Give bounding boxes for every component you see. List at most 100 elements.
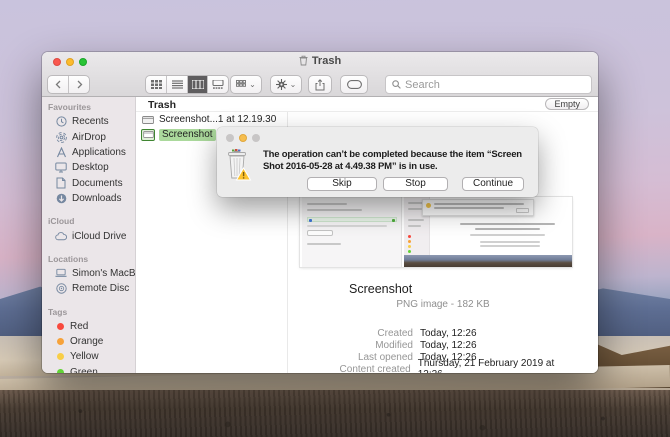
continue-button[interactable]: Continue xyxy=(462,177,524,191)
metadata-label: Last opened xyxy=(235,352,420,363)
metadata-label: Content created xyxy=(235,364,418,374)
back-icon xyxy=(55,80,62,89)
sidebar-item-label: Orange xyxy=(70,336,103,347)
preview-thumbnail xyxy=(300,197,572,267)
column-view-button[interactable] xyxy=(187,76,208,93)
metadata-label: Created xyxy=(235,328,420,339)
metadata-value: Thursday, 21 February 2019 at 12:26 xyxy=(418,358,580,373)
finder-window: Trash xyxy=(42,52,598,373)
icloud-icon xyxy=(55,230,67,242)
metadata-row-modified: Modified Today, 12:26 xyxy=(235,339,580,351)
sidebar-item-macbook[interactable]: Simon's MacB... xyxy=(42,266,135,281)
search-icon xyxy=(392,80,401,89)
skip-button[interactable]: Skip xyxy=(307,177,377,191)
metadata-row-content-created: Content created Thursday, 21 February 20… xyxy=(235,363,580,373)
thumb-ok-button xyxy=(516,208,529,213)
disc-icon xyxy=(55,283,67,295)
gear-icon xyxy=(276,79,287,90)
group-icon xyxy=(236,80,246,89)
dialog-close-button xyxy=(226,134,234,142)
sidebar-item-label: Documents xyxy=(72,178,123,189)
sidebar-item-tag-red[interactable]: Red xyxy=(42,319,135,334)
metadata-row-created: Created Today, 12:26 xyxy=(235,327,580,339)
sidebar-item-label: Green xyxy=(70,367,98,373)
list-view-button[interactable] xyxy=(166,76,187,93)
gallery-view-icon xyxy=(212,80,224,89)
screenshot-file-icon xyxy=(141,115,155,125)
sidebar-item-downloads[interactable]: Downloads xyxy=(42,191,135,206)
trash-warning-icon xyxy=(224,148,252,187)
forward-button[interactable] xyxy=(68,76,89,93)
back-button[interactable] xyxy=(48,76,68,93)
window-title-text: Trash xyxy=(312,55,341,67)
sidebar-item-tag-orange[interactable]: Orange xyxy=(42,334,135,349)
wallpaper-shrubs xyxy=(0,400,670,437)
thumb-app-row xyxy=(307,217,397,222)
green-tag-icon xyxy=(57,369,64,373)
sidebar-item-label: AirDrop xyxy=(72,132,106,143)
icon-view-button[interactable] xyxy=(146,76,166,93)
thumb-info-panel xyxy=(302,197,402,267)
sidebar-section-favourites: Favourites xyxy=(42,100,135,114)
sidebar-item-applications[interactable]: Applications xyxy=(42,145,135,160)
thumb-warning-icon xyxy=(426,203,431,208)
search-input[interactable] xyxy=(405,79,585,91)
sidebar-item-label: Yellow xyxy=(70,351,99,362)
airdrop-icon xyxy=(55,131,67,143)
sidebar-item-documents[interactable]: Documents xyxy=(42,176,135,191)
group-dropdown[interactable]: ⌄ xyxy=(230,75,262,94)
view-switcher xyxy=(145,75,229,94)
sidebar-section-icloud: iCloud xyxy=(42,214,135,228)
nav-buttons xyxy=(47,75,90,94)
desktop-icon xyxy=(55,162,67,174)
preview-filename: Screenshot xyxy=(349,282,412,296)
gallery-view-button[interactable] xyxy=(207,76,228,93)
sidebar: Favourites Recents AirDrop Applications … xyxy=(42,97,136,373)
action-dropdown[interactable]: ⌄ xyxy=(270,75,302,94)
window-title: Trash xyxy=(42,55,598,67)
trash-proxy-icon xyxy=(299,55,308,66)
stop-button[interactable]: Stop xyxy=(383,177,448,191)
sidebar-item-desktop[interactable]: Desktop xyxy=(42,160,135,175)
window-chrome: Trash xyxy=(42,52,598,97)
share-icon xyxy=(315,79,325,91)
applications-icon xyxy=(55,146,67,158)
sidebar-item-icloud-drive[interactable]: iCloud Drive xyxy=(42,228,135,243)
tag-icon xyxy=(347,80,362,89)
dialog-minimize-button[interactable] xyxy=(239,134,247,142)
content-header: Trash Empty xyxy=(136,97,598,112)
sidebar-item-label: Downloads xyxy=(72,193,121,204)
sidebar-item-label: Simon's MacB... xyxy=(72,268,144,279)
file-row[interactable]: Screenshot...1 at 12.19.30 xyxy=(136,112,287,127)
preview-kind-size: PNG image - 182 KB xyxy=(300,299,586,310)
sidebar-item-remote-disc[interactable]: Remote Disc xyxy=(42,281,135,296)
search-field[interactable] xyxy=(385,75,592,94)
sidebar-item-label: iCloud Drive xyxy=(72,231,126,242)
preview-metadata: Created Today, 12:26 Modified Today, 12:… xyxy=(235,327,580,373)
content-title: Trash xyxy=(148,99,176,111)
dialog-message: The operation can’t be completed because… xyxy=(263,149,543,173)
orange-tag-icon xyxy=(57,338,64,345)
thumb-wallpaper-strip xyxy=(404,255,572,267)
sidebar-section-tags: Tags xyxy=(42,305,135,319)
column-view-icon xyxy=(192,80,204,89)
dialog-window-controls xyxy=(226,134,260,142)
sidebar-item-label: Applications xyxy=(72,147,126,158)
recents-icon xyxy=(55,116,67,128)
icon-view-icon xyxy=(151,80,162,89)
sidebar-item-label: Red xyxy=(70,321,88,332)
sidebar-item-tag-yellow[interactable]: Yellow xyxy=(42,349,135,364)
empty-trash-button[interactable]: Empty xyxy=(545,98,589,110)
share-button[interactable] xyxy=(308,75,332,94)
tag-button[interactable] xyxy=(340,75,368,94)
sidebar-section-locations: Locations xyxy=(42,252,135,266)
sidebar-item-tag-green[interactable]: Green xyxy=(42,365,135,373)
sidebar-item-airdrop[interactable]: AirDrop xyxy=(42,129,135,144)
metadata-value: Today, 12:26 xyxy=(420,340,477,351)
documents-icon xyxy=(55,177,67,189)
chevron-down-icon: ⌄ xyxy=(290,80,297,89)
metadata-label: Modified xyxy=(235,340,420,351)
screenshot-file-icon xyxy=(141,129,155,141)
alert-dialog: The operation can’t be completed because… xyxy=(217,127,538,197)
sidebar-item-recents[interactable]: Recents xyxy=(42,114,135,129)
